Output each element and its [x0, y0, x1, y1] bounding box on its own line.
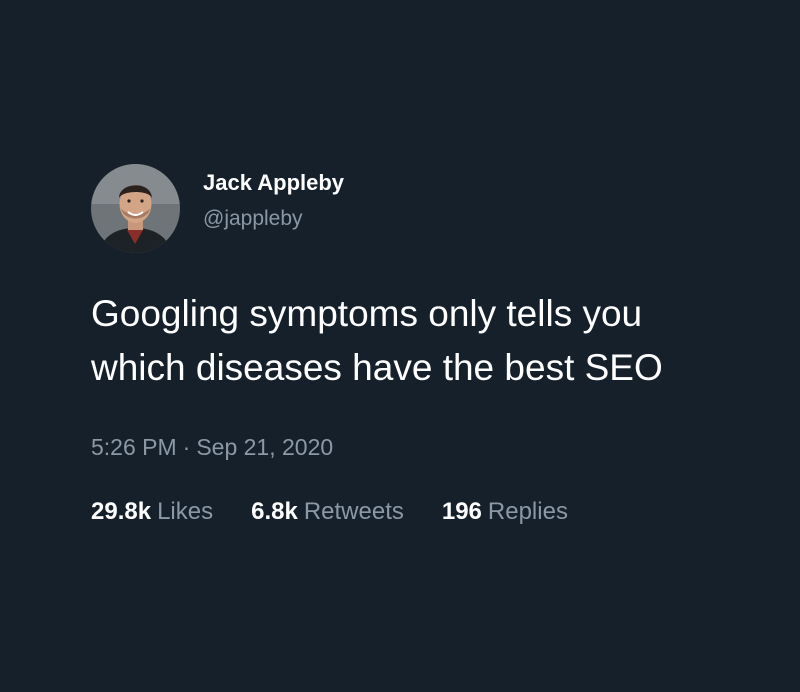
retweets-stat[interactable]: 6.8k Retweets	[251, 498, 404, 526]
tweet-screenshot: { "tweet": { "author": { "display_name":…	[0, 0, 800, 692]
author-names: Jack Appleby @jappleby	[203, 169, 344, 233]
replies-label: Replies	[487, 498, 568, 525]
tweet-time: 5:26 PM	[91, 434, 177, 460]
retweets-label: Retweets	[303, 498, 404, 525]
tweet-text: Googling symptoms only tells you which d…	[91, 293, 663, 388]
timestamp-separator: ·	[182, 434, 191, 460]
replies-count: 196	[441, 498, 482, 525]
tweet-header: Jack Appleby @jappleby	[91, 163, 771, 253]
retweets-count: 6.8k	[251, 498, 298, 525]
likes-count: 29.8k	[91, 498, 152, 525]
avatar-photo-icon	[91, 163, 180, 253]
tweet-timestamp[interactable]: 5:26 PM · Sep 21, 2020	[91, 433, 771, 461]
tweet-stats: 29.8k Likes 6.8k Retweets 196 Replies	[91, 498, 771, 526]
tweet-card: Jack Appleby @jappleby Googling symptoms…	[91, 163, 771, 526]
likes-stat[interactable]: 29.8k Likes	[91, 498, 213, 526]
replies-stat[interactable]: 196 Replies	[442, 498, 568, 526]
author-display-name[interactable]: Jack Appleby	[203, 169, 344, 197]
likes-label: Likes	[157, 498, 214, 525]
author-handle[interactable]: @jappleby	[203, 205, 344, 233]
tweet-date: Sep 21, 2020	[196, 434, 334, 460]
avatar[interactable]	[91, 163, 180, 253]
